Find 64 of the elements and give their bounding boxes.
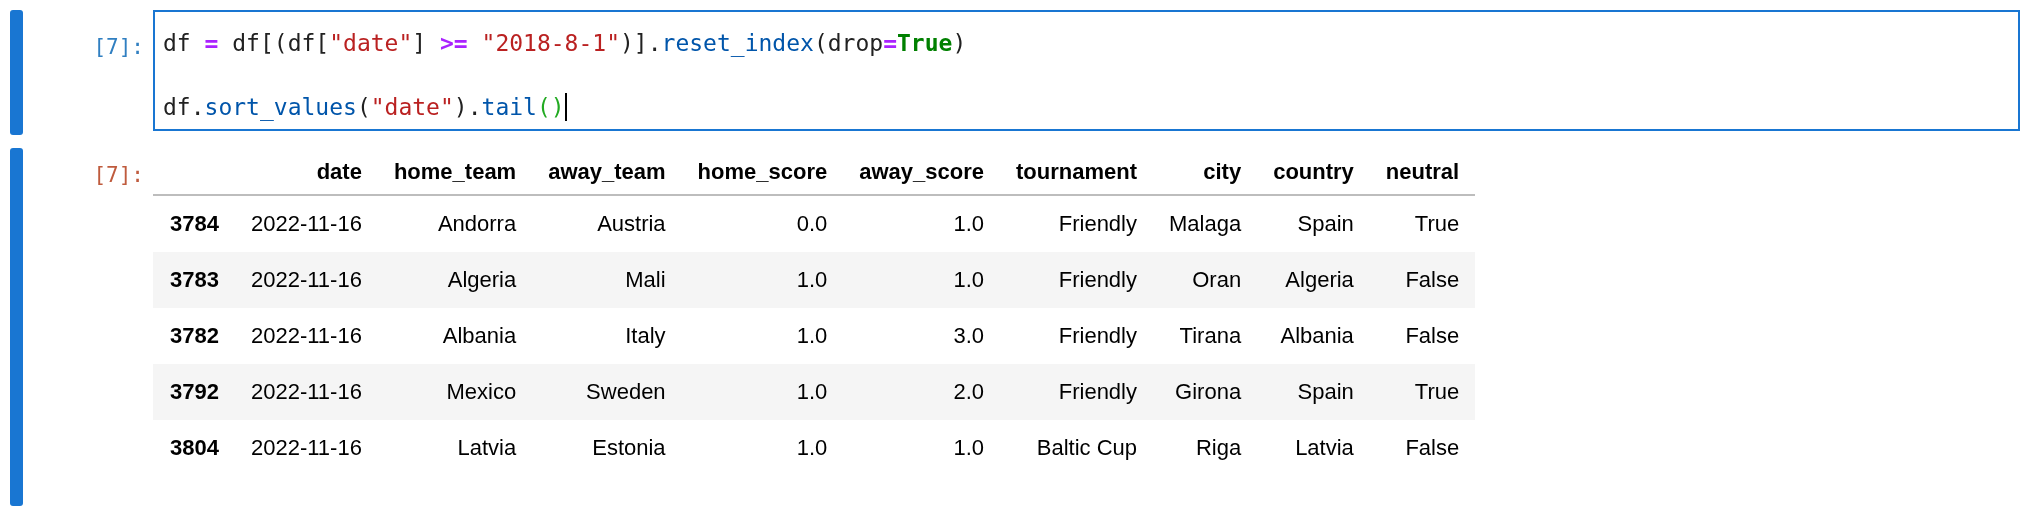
row-index: 3782 xyxy=(153,308,235,364)
input-prompt: [7]: xyxy=(92,34,145,59)
table-cell: 1.0 xyxy=(681,364,844,420)
table-cell: 2022-11-16 xyxy=(235,252,378,308)
table-cell: 1.0 xyxy=(681,420,844,476)
table-cell: Spain xyxy=(1257,195,1370,252)
code-editor[interactable]: df = df[(df["date"] >= "2018-8-1")].reset_index(drop=True) df.sort_values("date").tail() xyxy=(153,10,2020,131)
table-cell: 3.0 xyxy=(843,308,1000,364)
table-cell: Friendly xyxy=(1000,308,1153,364)
table-cell: Latvia xyxy=(1257,420,1370,476)
code-line: df = df[(df["date"] >= "2018-8-1")].reset_index(drop=True) xyxy=(163,30,967,56)
table-cell: Austria xyxy=(532,195,682,252)
table-cell: Sweden xyxy=(532,364,682,420)
table-cell: Albania xyxy=(1257,308,1370,364)
code-line: df.sort_values("date").tail() xyxy=(163,94,565,120)
output-prompt: [7]: xyxy=(92,162,145,187)
table-cell: Estonia xyxy=(532,420,682,476)
column-header: city xyxy=(1153,150,1258,195)
table-cell: Malaga xyxy=(1153,195,1258,252)
table-cell: Friendly xyxy=(1000,252,1153,308)
table-cell: Mali xyxy=(532,252,682,308)
table-cell: Albania xyxy=(377,308,533,364)
row-index: 3804 xyxy=(153,420,235,476)
table-cell: 1.0 xyxy=(843,195,1000,252)
table-cell: Friendly xyxy=(1000,364,1153,420)
table-cell: 2022-11-16 xyxy=(235,364,378,420)
table-cell: Mexico xyxy=(377,364,533,420)
row-index: 3783 xyxy=(153,252,235,308)
column-header: neutral xyxy=(1369,150,1476,195)
table-cell: Andorra xyxy=(377,195,533,252)
table-cell: Tirana xyxy=(1153,308,1258,364)
table-cell: 1.0 xyxy=(843,420,1000,476)
column-header: away_score xyxy=(843,150,1000,195)
column-header: home_team xyxy=(377,150,533,195)
column-header: date xyxy=(235,150,378,195)
table-cell: Oran xyxy=(1153,252,1258,308)
table-cell: 2022-11-16 xyxy=(235,420,378,476)
table-cell: Italy xyxy=(532,308,682,364)
table-cell: Latvia xyxy=(377,420,533,476)
table-cell: False xyxy=(1369,420,1476,476)
row-index: 3784 xyxy=(153,195,235,252)
table-cell: 2022-11-16 xyxy=(235,195,378,252)
table-cell: 1.0 xyxy=(843,252,1000,308)
table-cell: Girona xyxy=(1153,364,1258,420)
table-cell: 2022-11-16 xyxy=(235,308,378,364)
row-index: 3792 xyxy=(153,364,235,420)
table-cell: False xyxy=(1369,252,1476,308)
table-cell: True xyxy=(1369,195,1476,252)
table-cell: 1.0 xyxy=(681,252,844,308)
column-header: tournament xyxy=(1000,150,1153,195)
table-cell: 0.0 xyxy=(681,195,844,252)
table-cell: Riga xyxy=(1153,420,1258,476)
column-header: away_team xyxy=(532,150,682,195)
table-cell: 1.0 xyxy=(681,308,844,364)
table-cell: Algeria xyxy=(377,252,533,308)
table-cell: Friendly xyxy=(1000,195,1153,252)
column-header: home_score xyxy=(681,150,844,195)
table-cell: False xyxy=(1369,308,1476,364)
column-header: country xyxy=(1257,150,1370,195)
table-cell: Algeria xyxy=(1257,252,1370,308)
table-cell: Spain xyxy=(1257,364,1370,420)
table-cell: Baltic Cup xyxy=(1000,420,1153,476)
table-cell: True xyxy=(1369,364,1476,420)
table-cell: 2.0 xyxy=(843,364,1000,420)
